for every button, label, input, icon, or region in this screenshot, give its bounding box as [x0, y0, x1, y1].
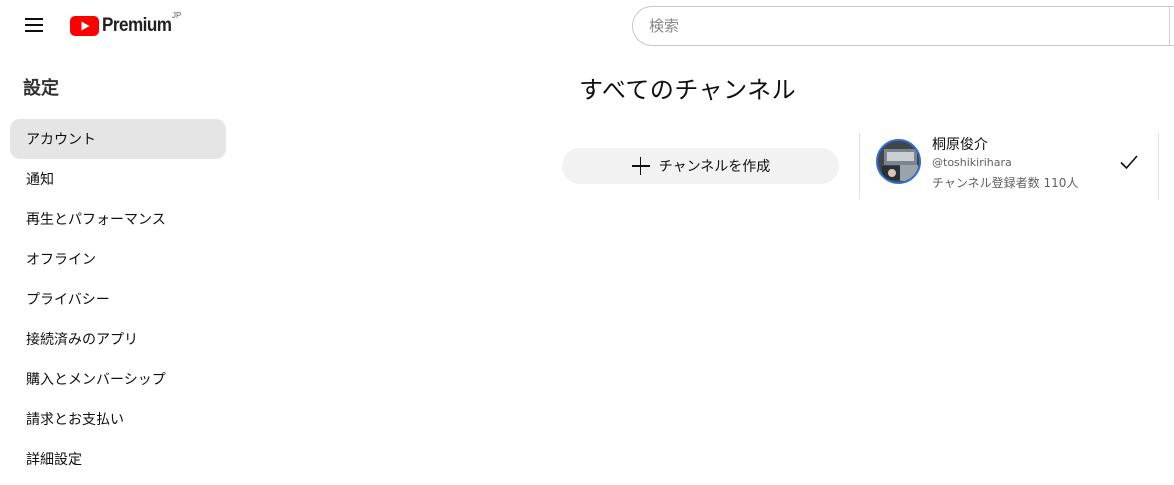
logo-text: Premium — [102, 15, 172, 36]
sidebar-item-playback[interactable]: 再生とパフォーマンス — [10, 199, 226, 239]
sidebar-item-label: プライバシー — [26, 292, 110, 308]
sidebar-item-purchases[interactable]: 購入とメンバーシップ — [10, 359, 226, 399]
checkmark-icon — [1120, 155, 1138, 170]
sidebar-item-label: 詳細設定 — [26, 452, 82, 468]
plus-icon — [631, 156, 651, 176]
channel-card[interactable]: 桐原俊介 @toshikirihara チャンネル登録者数 110人 — [859, 133, 1159, 199]
create-channel-button[interactable]: チャンネルを作成 — [562, 148, 839, 184]
sidebar-item-label: 請求とお支払い — [26, 412, 124, 428]
sidebar-item-notifications[interactable]: 通知 — [10, 159, 226, 199]
settings-sidebar: アカウント 通知 再生とパフォーマンス オフライン プライバシー 接続済みのアプ… — [10, 119, 226, 479]
sidebar-item-billing[interactable]: 請求とお支払い — [10, 399, 226, 439]
sidebar-item-label: 通知 — [26, 172, 54, 188]
youtube-premium-logo[interactable]: Premium — [70, 13, 179, 39]
sidebar-item-label: 購入とメンバーシップ — [26, 372, 166, 388]
sidebar-item-advanced[interactable]: 詳細設定 — [10, 439, 226, 479]
channel-handle: @toshikirihara — [932, 156, 1012, 169]
sidebar-item-account[interactable]: アカウント — [10, 119, 226, 159]
avatar — [876, 139, 921, 184]
search-divider — [1169, 7, 1170, 45]
subscriber-count: チャンネル登録者数 110人 — [932, 176, 1079, 190]
create-channel-label: チャンネルを作成 — [658, 159, 771, 175]
sidebar-item-connected-apps[interactable]: 接続済みのアプリ — [10, 319, 226, 359]
settings-title: 設定 — [23, 78, 59, 99]
sidebar-item-label: アカウント — [26, 132, 96, 148]
search-box — [632, 6, 1174, 46]
page-title: すべてのチャンネル — [579, 76, 797, 104]
search-input[interactable] — [649, 7, 1169, 45]
sidebar-item-privacy[interactable]: プライバシー — [10, 279, 226, 319]
sidebar-item-label: 再生とパフォーマンス — [26, 212, 166, 228]
logo-country-code: JP — [172, 11, 182, 20]
hamburger-menu-icon[interactable] — [22, 13, 46, 37]
sidebar-item-label: 接続済みのアプリ — [26, 332, 138, 348]
channel-name: 桐原俊介 — [932, 137, 988, 153]
sidebar-item-label: オフライン — [26, 252, 96, 268]
top-bar: Premium JP — [0, 0, 1174, 50]
youtube-play-icon — [70, 16, 99, 36]
sidebar-item-offline[interactable]: オフライン — [10, 239, 226, 279]
